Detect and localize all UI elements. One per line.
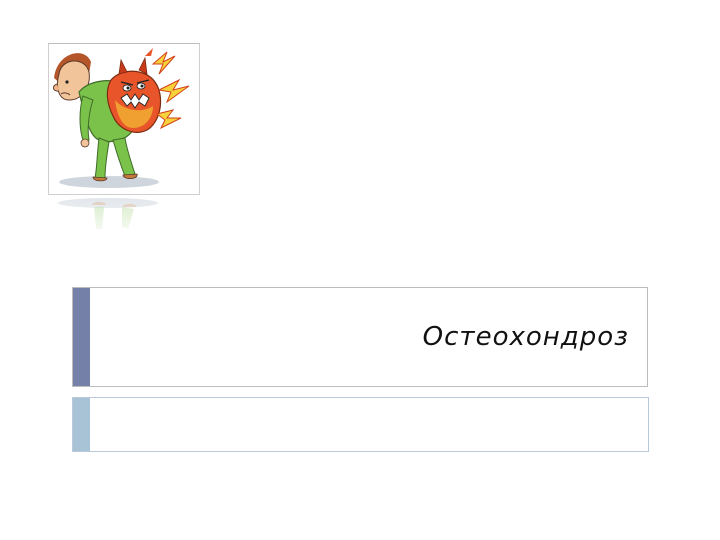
title-placeholder[interactable]: Остеохондроз [72,287,648,387]
illustration-reflection [48,193,198,241]
slide: Остеохондроз [0,0,720,540]
title-accent-bar [73,288,90,386]
slide-title: Остеохондроз [422,322,629,352]
subtitle-placeholder[interactable] [72,397,649,452]
reflection-fade [48,193,198,241]
slide-subtitle [103,398,630,451]
back-pain-illustration [48,43,200,195]
subtitle-accent-bar [73,398,90,451]
back-pain-monster-cartoon-icon [52,48,190,188]
